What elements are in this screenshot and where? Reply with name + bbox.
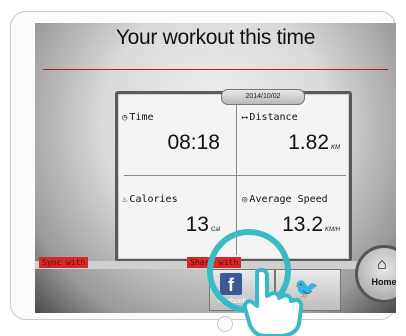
- flame-icon: ♨: [122, 195, 128, 205]
- home-label: Home: [371, 277, 396, 287]
- distance-value: 1.82: [288, 131, 329, 154]
- page-title: Your workout this time: [115, 26, 316, 49]
- speed-value: 13.2: [282, 213, 323, 236]
- app-screen: Your workout this time ◷ Time 08:18 ⟷ Dist…: [35, 23, 396, 313]
- device-home-button[interactable]: [217, 316, 233, 332]
- calories-label: Calories: [129, 194, 178, 205]
- title-underline: [43, 69, 388, 70]
- time-stat: ◷ Time 08:18: [118, 98, 230, 172]
- distance-label: Distance: [249, 112, 298, 123]
- panel-divider-horizontal: [124, 175, 346, 176]
- time-value: 08:18: [167, 131, 220, 154]
- distance-stat: ⟷ Distance 1.82 KM: [238, 98, 350, 172]
- tablet-frame: Your workout this time ◷ Time 08:18 ⟷ Dist…: [10, 11, 396, 336]
- clock-icon: ◷: [122, 113, 128, 123]
- speed-unit: KM/H: [325, 227, 340, 233]
- date-badge: 2014/10/02: [221, 89, 305, 105]
- speed-icon: ◎: [242, 195, 248, 205]
- sync-with-label: Sync with: [39, 257, 89, 268]
- home-icon: ⌂: [377, 256, 387, 273]
- calories-stat: ♨ Calories 13 Cal: [118, 180, 230, 254]
- calories-unit: Cal: [210, 227, 220, 233]
- time-label: Time: [129, 112, 154, 123]
- speed-label: Average Speed: [249, 194, 328, 205]
- distance-icon: ⟷: [242, 113, 248, 123]
- calories-value: 13: [185, 213, 209, 236]
- distance-unit: KM: [331, 145, 340, 151]
- pointing-hand-icon: [242, 267, 304, 336]
